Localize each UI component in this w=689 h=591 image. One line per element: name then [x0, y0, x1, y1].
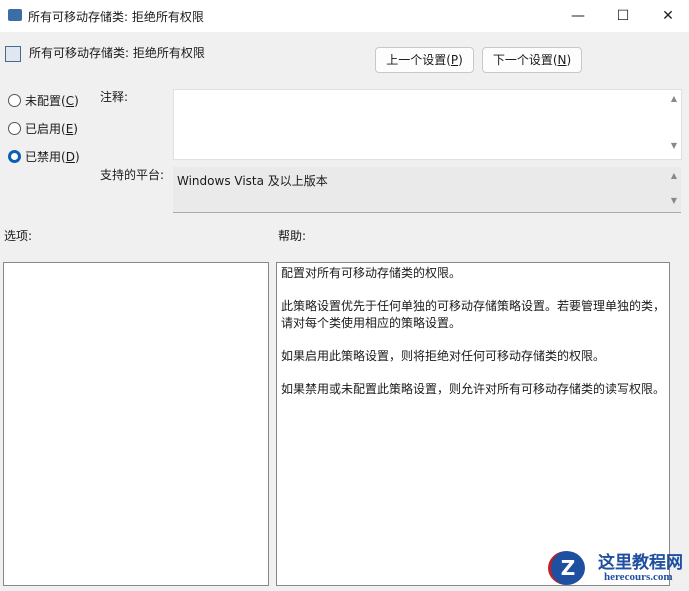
radio-disabled[interactable]: 已禁用(D): [8, 148, 80, 165]
watermark-text: 这里教程网: [598, 553, 683, 573]
next-setting-button[interactable]: 下一个设置(N): [482, 47, 582, 73]
title-bar: 所有可移动存储类: 拒绝所有权限 — ☐ ✕: [0, 0, 689, 32]
comment-textarea[interactable]: ▲ ▼: [173, 89, 682, 160]
help-pane: 配置对所有可移动存储类的权限。 此策略设置优先于任何单独的可移动存储策略设置。若…: [276, 262, 670, 586]
radio-key: E: [65, 121, 74, 136]
radio-enabled[interactable]: 已启用(E): [8, 120, 78, 137]
comment-label: 注释:: [100, 90, 129, 104]
radio-circle-selected: [8, 150, 21, 163]
previous-setting-button[interactable]: 上一个设置(P): [375, 47, 474, 73]
watermark-logo-icon: Z: [548, 551, 585, 585]
radio-circle: [8, 122, 21, 135]
paren: ): [74, 149, 80, 164]
paren: ): [73, 121, 78, 136]
paren: ): [74, 93, 79, 108]
radio-label: 已禁用(: [25, 150, 66, 164]
scrollbar[interactable]: ▲ ▼: [667, 167, 681, 212]
policy-title: 所有可移动存储类: 拒绝所有权限: [29, 46, 205, 60]
help-paragraph: 此策略设置优先于任何单独的可移动存储策略设置。若要管理单独的类，请对每个类使用相…: [281, 299, 666, 330]
help-paragraph: 如果启用此策略设置，则将拒绝对任何可移动存储类的权限。: [281, 349, 606, 363]
next-label: 下一个设置(: [492, 53, 558, 67]
scrollbar[interactable]: ▲ ▼: [667, 90, 681, 159]
platform-value: Windows Vista 及以上版本: [177, 174, 328, 188]
platform-label: 支持的平台:: [100, 168, 165, 182]
window-title: 所有可移动存储类: 拒绝所有权限: [28, 10, 204, 24]
policy-icon: [5, 46, 21, 62]
prev-label: 上一个设置(: [386, 53, 451, 67]
watermark: Z 这里教程网 herecours.com: [542, 545, 689, 591]
radio-circle: [8, 94, 21, 107]
paren: ): [566, 53, 572, 67]
help-paragraph: 配置对所有可移动存储类的权限。: [281, 266, 462, 280]
help-paragraph: 如果禁用或未配置此策略设置，则允许对所有可移动存储类的读写权限。: [281, 382, 666, 396]
watermark-url: herecours.com: [604, 571, 673, 583]
radio-label: 已启用(: [25, 122, 66, 136]
options-pane: [3, 262, 269, 586]
radio-not-configured[interactable]: 未配置(C): [8, 92, 79, 109]
paren: ): [458, 53, 463, 67]
minimize-button[interactable]: —: [555, 0, 601, 32]
radio-key: C: [65, 93, 75, 108]
radio-key: D: [65, 149, 75, 164]
radio-label: 未配置(: [25, 94, 66, 108]
close-button[interactable]: ✕: [645, 0, 689, 32]
help-label: 帮助:: [278, 229, 307, 243]
app-icon: [8, 9, 22, 21]
maximize-button[interactable]: ☐: [600, 0, 646, 32]
platform-field: Windows Vista 及以上版本 ▲ ▼: [173, 167, 681, 213]
options-label: 选项:: [4, 229, 33, 243]
